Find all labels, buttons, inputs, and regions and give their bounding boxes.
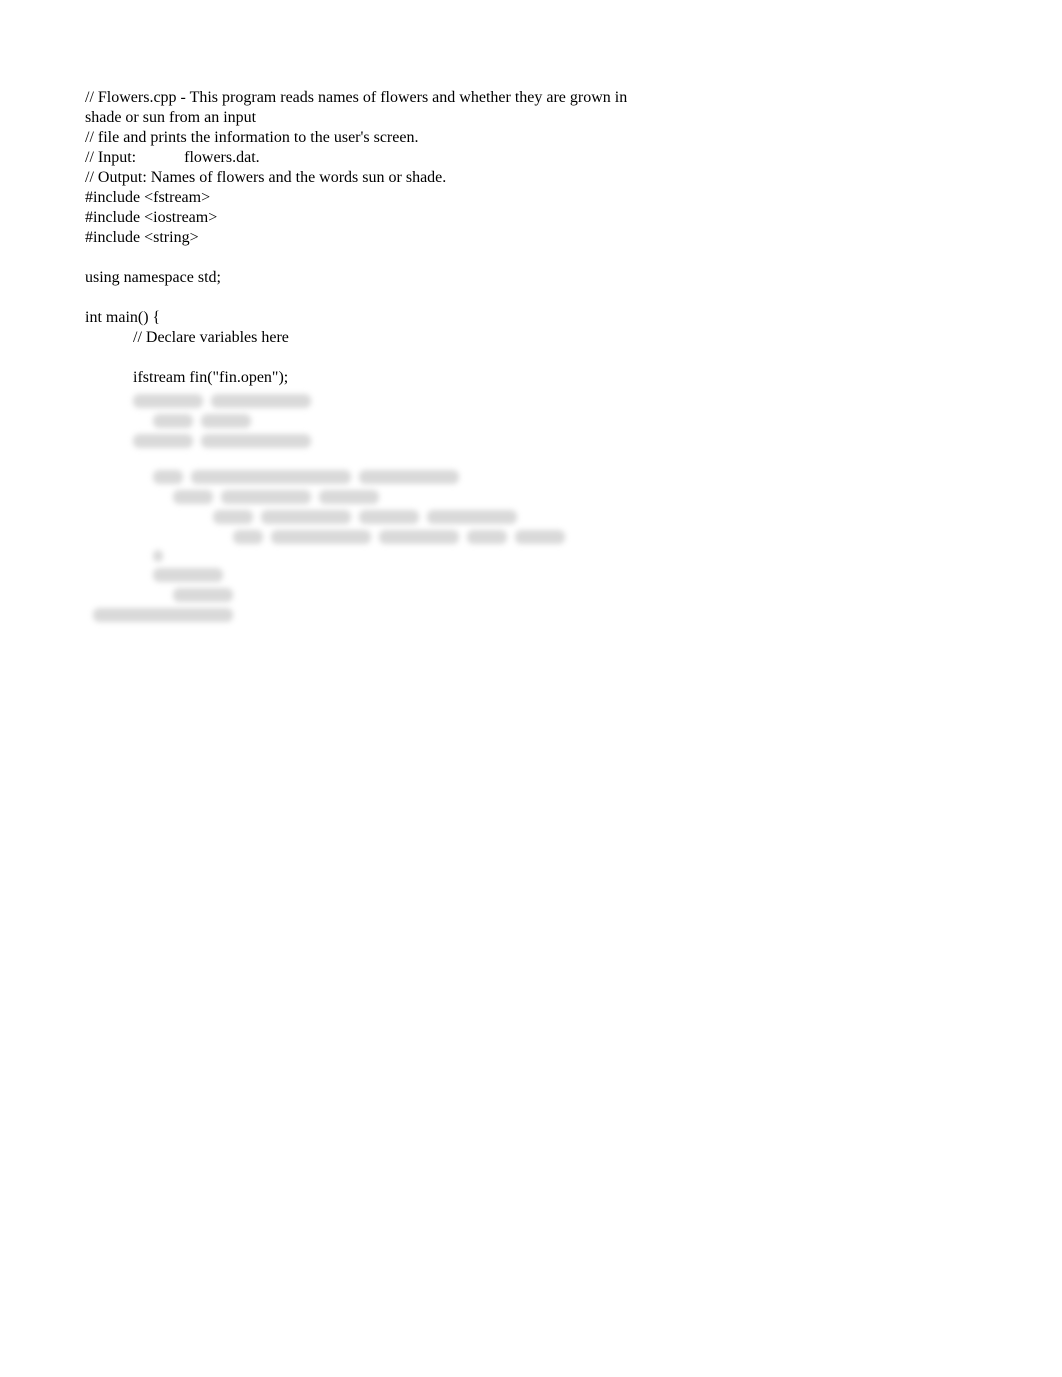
blank-line <box>85 288 977 308</box>
blur-chunk <box>93 608 233 622</box>
blur-chunk <box>271 530 371 544</box>
blur-chunk <box>379 530 459 544</box>
blur-chunk <box>211 394 311 408</box>
code-line: // Declare variables here <box>85 328 977 348</box>
blur-chunk <box>153 568 223 582</box>
blur-chunk <box>153 470 183 484</box>
code-line: int main() { <box>85 308 977 328</box>
blur-chunk <box>515 530 565 544</box>
blur-chunk <box>319 490 379 504</box>
blur-row <box>133 454 653 464</box>
blurred-region <box>133 394 653 622</box>
blur-row <box>133 414 653 428</box>
blur-chunk <box>213 510 253 524</box>
code-line: #include <fstream> <box>85 188 977 208</box>
blur-chunk <box>427 510 517 524</box>
document-page: // Flowers.cpp - This program reads name… <box>0 0 1062 622</box>
blur-chunk <box>191 470 351 484</box>
code-line: // Flowers.cpp - This program reads name… <box>85 88 977 108</box>
code-line: // Output: Names of flowers and the word… <box>85 168 977 188</box>
blur-row <box>133 550 653 562</box>
blur-row <box>133 434 653 448</box>
blur-chunk <box>133 434 193 448</box>
code-line: #include <iostream> <box>85 208 977 228</box>
code-line: shade or sun from an input <box>85 108 977 128</box>
blur-row <box>133 470 653 484</box>
blur-chunk <box>133 394 203 408</box>
blur-chunk <box>173 490 213 504</box>
blur-chunk <box>221 490 311 504</box>
code-line: // Input: flowers.dat. <box>85 148 977 168</box>
blur-chunk <box>153 550 163 562</box>
blur-chunk <box>359 470 459 484</box>
blur-chunk <box>201 434 311 448</box>
blur-row <box>133 608 653 622</box>
code-line: using namespace std; <box>85 268 977 288</box>
blur-chunk <box>201 414 251 428</box>
blur-row <box>133 588 653 602</box>
blur-row <box>133 568 653 582</box>
code-line: ifstream fin("fin.open"); <box>85 368 977 388</box>
code-line: // file and prints the information to th… <box>85 128 977 148</box>
blur-row <box>133 530 653 544</box>
blank-line <box>85 248 977 268</box>
blank-line <box>85 348 977 368</box>
blur-chunk <box>359 510 419 524</box>
blur-row <box>133 394 653 408</box>
code-line: #include <string> <box>85 228 977 248</box>
blur-row <box>133 510 653 524</box>
blur-row <box>133 490 653 504</box>
blur-chunk <box>261 510 351 524</box>
blur-chunk <box>173 588 233 602</box>
blur-chunk <box>233 530 263 544</box>
blur-chunk <box>467 530 507 544</box>
blur-chunk <box>153 414 193 428</box>
